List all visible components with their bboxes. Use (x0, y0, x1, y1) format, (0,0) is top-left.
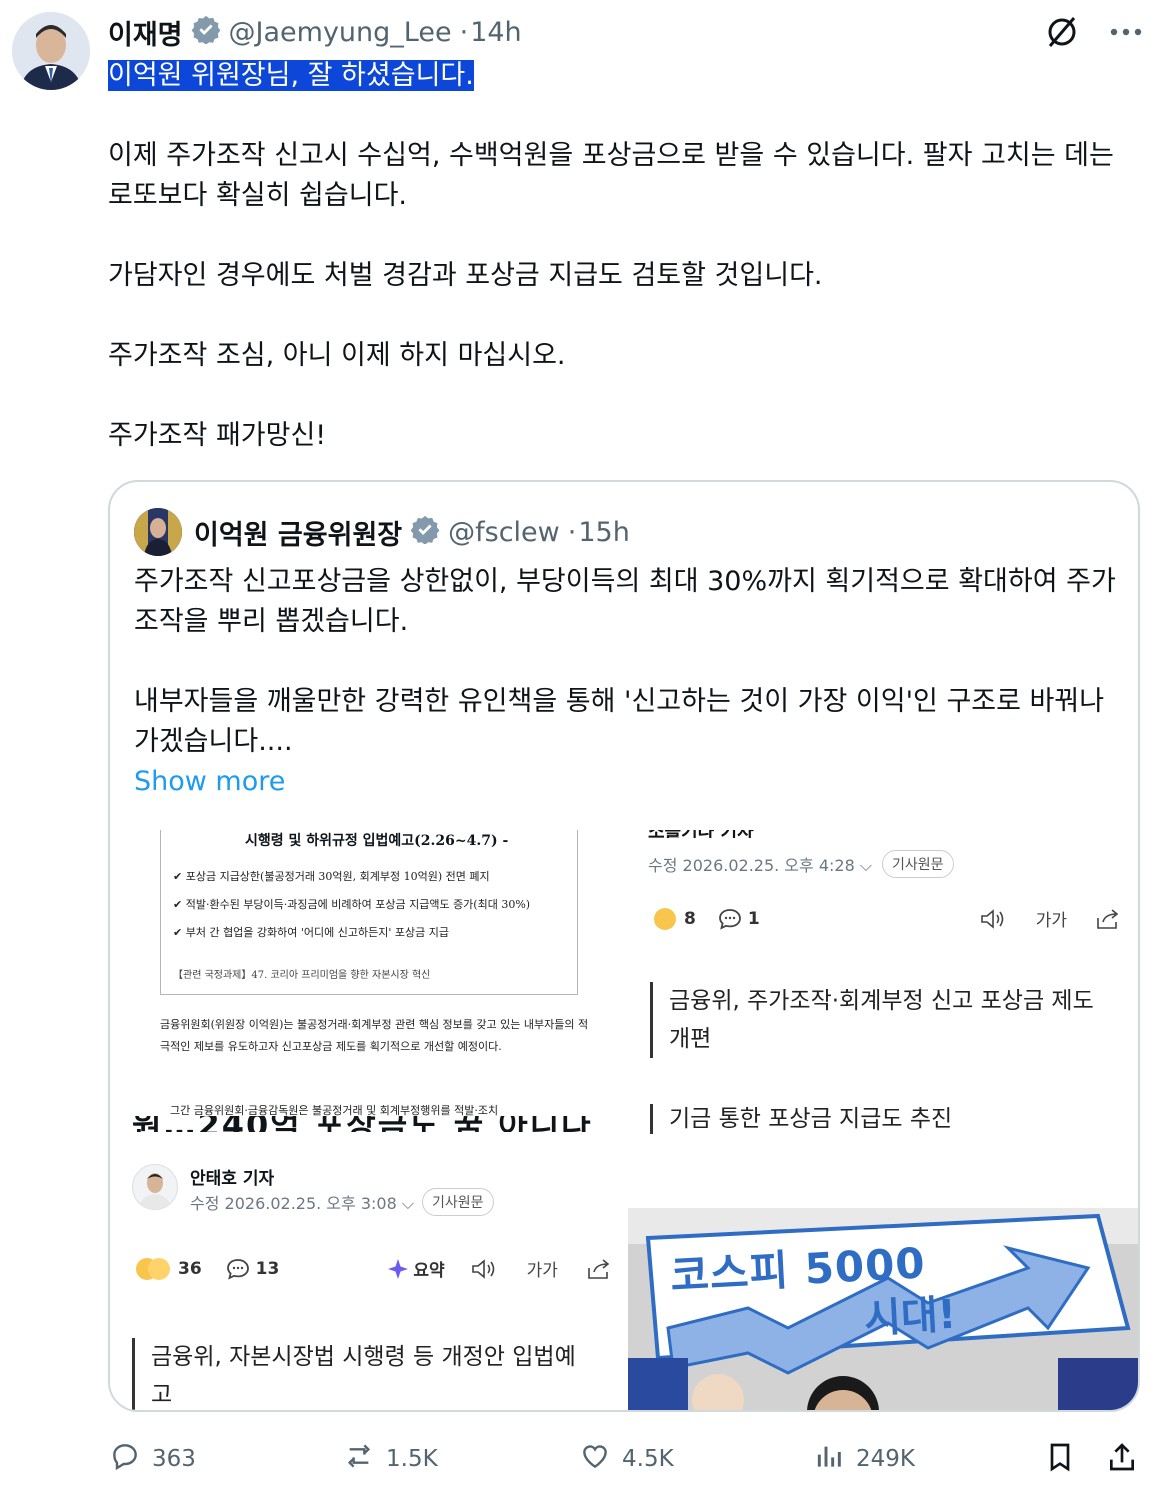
article-date: 수정 2026.02.25. 오후 4:28 ⌵ (648, 856, 872, 875)
quote-image-right[interactable]: 소블기나 기사 수정 2026.02.25. 오후 4:28 ⌵ 기사원문 8 … (628, 830, 1138, 1410)
tweet-actions: 363 1.5K 4.5K 249K (108, 1440, 1148, 1480)
article-headline-left: 금융위, 자본시장법 시행령 등 개정안 입법예고 (132, 1338, 581, 1410)
views-chart-icon (814, 1440, 846, 1478)
author-name[interactable]: 이재명 (108, 13, 183, 52)
selected-text: 이억원 위원장님, 잘 하셨습니다. (108, 60, 474, 91)
chevron-down-icon: ⌵ (401, 1194, 414, 1213)
doc-title: 시행령 및 하위규정 입법예고(2.26~4.7) - (245, 833, 509, 849)
article-date: 수정 2026.02.25. 오후 3:08 ⌵ (190, 1194, 414, 1213)
share-icon (1095, 908, 1121, 930)
article-headline-right: 금융위, 주가조작·회계부정 신고 포상금 제도 개편 (650, 982, 1119, 1058)
speaker-icon (471, 1258, 499, 1280)
dot-separator: · (567, 516, 577, 548)
reporter-avatar (132, 1164, 178, 1210)
quote-text: 주가조작 신고포상금을 상한없이, 부당이득의 최대 30%까지 획기적으로 확… (134, 562, 1124, 802)
quote-header: 이억원 금융위원장 @fsclew · 15h (134, 508, 630, 556)
author-avatar[interactable] (12, 12, 90, 90)
tweet-paragraph-4: 주가조작 패가망신! (108, 420, 327, 451)
reply-icon (108, 1440, 142, 1478)
repost-count: 1.5K (386, 1446, 438, 1472)
views-count: 249K (856, 1446, 915, 1472)
tweet-text: 이억원 위원장님, 잘 하셨습니다. 이제 주가조작 신고시 수십억, 수백억원… (108, 56, 1138, 456)
comment-icon (226, 1258, 250, 1280)
comment-icon (718, 908, 742, 930)
doc-line: ✔ 적발·환수된 부당이득·과징금에 비례하여 포상금 지급액도 증가(최대 3… (173, 898, 531, 911)
original-article-pill: 기사원문 (422, 1188, 494, 1216)
quote-author-handle[interactable]: @fsclew (448, 517, 560, 548)
share-button[interactable] (1106, 1440, 1138, 1480)
repost-button[interactable]: 1.5K (342, 1440, 438, 1478)
bookmark-icon (1044, 1440, 1076, 1480)
post-time[interactable]: 14h (470, 17, 521, 48)
reply-count: 363 (152, 1446, 196, 1472)
doc-line: ✔ 포상금 지급상한(불공정거래 30억원, 회계부정 10억원) 전면 폐지 (173, 870, 490, 883)
repost-icon (342, 1440, 376, 1478)
tweet-paragraph-1: 이제 주가조작 신고시 수십억, 수백억원을 포상금으로 받을 수 있습니다. … (108, 140, 1114, 211)
emoji-reaction-icon (148, 1257, 170, 1280)
header-actions (1044, 14, 1142, 50)
views-button[interactable]: 249K (814, 1440, 915, 1478)
show-more-link[interactable]: Show more (134, 762, 1124, 802)
verified-badge-icon (191, 14, 221, 51)
press-release-box: 시행령 및 하위규정 입법예고(2.26~4.7) - ✔ 포상금 지급상한(불… (160, 830, 578, 995)
tweet-paragraph-3: 주가조작 조심, 아니 이제 하지 마십시오. (108, 340, 566, 371)
reporter-name: 안태호 기자 (190, 1169, 275, 1189)
article-stats: 8 1 가가 (654, 906, 1121, 931)
doc-line: ✔ 부처 간 협업을 강화하여 '어디에 신고하든지' 포상금 지급 (173, 926, 449, 939)
like-button[interactable]: 4.5K (578, 1440, 674, 1478)
share-icon (586, 1258, 612, 1280)
kospi-photo: 코스피 5000 시대! (628, 1208, 1138, 1410)
doc-footer: 【관련 국정과제】47. 코리아 프리미엄을 향한 자본시장 혁신 (173, 970, 431, 981)
quote-paragraph-2: 내부자들을 깨울만한 강력한 유인책을 통해 '신고하는 것이 가장 이익'인 … (134, 686, 1105, 757)
headline-cut: 원…240억 포상금도 꿈 아니다 (132, 1116, 602, 1132)
grok-icon[interactable] (1044, 14, 1080, 50)
bookmark-button[interactable] (1044, 1440, 1076, 1480)
author-handle[interactable]: @Jaemyung_Lee (229, 17, 452, 48)
ai-summary-icon (387, 1258, 409, 1280)
dot-separator: · (459, 16, 469, 48)
photo-sign-text: 시대! (863, 1291, 958, 1343)
reply-button[interactable]: 363 (108, 1440, 196, 1478)
quote-avatar[interactable] (134, 508, 182, 556)
doc-paragraph: 금융위원회(위원장 이억원)는 불공정거래·회계부정 관련 핵심 정보를 갖고 … (160, 1018, 589, 1053)
heart-icon (578, 1440, 612, 1478)
tweet-header: 이재명 @Jaemyung_Lee · 14h (108, 12, 522, 52)
quote-verified-badge-icon (410, 514, 440, 551)
tweet-paragraph-2: 가담자인 경우에도 처벌 경감과 포상금 지급도 검토할 것입니다. (108, 260, 823, 291)
chevron-down-icon: ⌵ (859, 856, 872, 875)
cut-text: 소블기나 기사 (648, 830, 848, 838)
article-subhead: 기금 통한 포상금 지급도 추진 (650, 1104, 1119, 1134)
original-article-pill: 기사원문 (882, 850, 954, 878)
more-options-icon[interactable] (1110, 27, 1142, 37)
quote-paragraph-1: 주가조작 신고포상금을 상한없이, 부당이득의 최대 30%까지 획기적으로 확… (134, 566, 1116, 637)
quote-time[interactable]: 15h (578, 517, 629, 548)
speaker-icon (980, 908, 1008, 930)
article-stats: 36 13 요약 가가 (136, 1256, 612, 1281)
quoted-tweet-card[interactable]: 이억원 금융위원장 @fsclew · 15h 주가조작 신고포상금을 상한없이… (108, 480, 1140, 1412)
quote-image-left[interactable]: 시행령 및 하위규정 입법예고(2.26~4.7) - ✔ 포상금 지급상한(불… (110, 830, 626, 1410)
quote-author-name[interactable]: 이억원 금융위원장 (194, 513, 402, 552)
like-count: 4.5K (622, 1446, 674, 1472)
share-icon (1106, 1440, 1138, 1480)
emoji-reaction-icon (654, 907, 676, 930)
